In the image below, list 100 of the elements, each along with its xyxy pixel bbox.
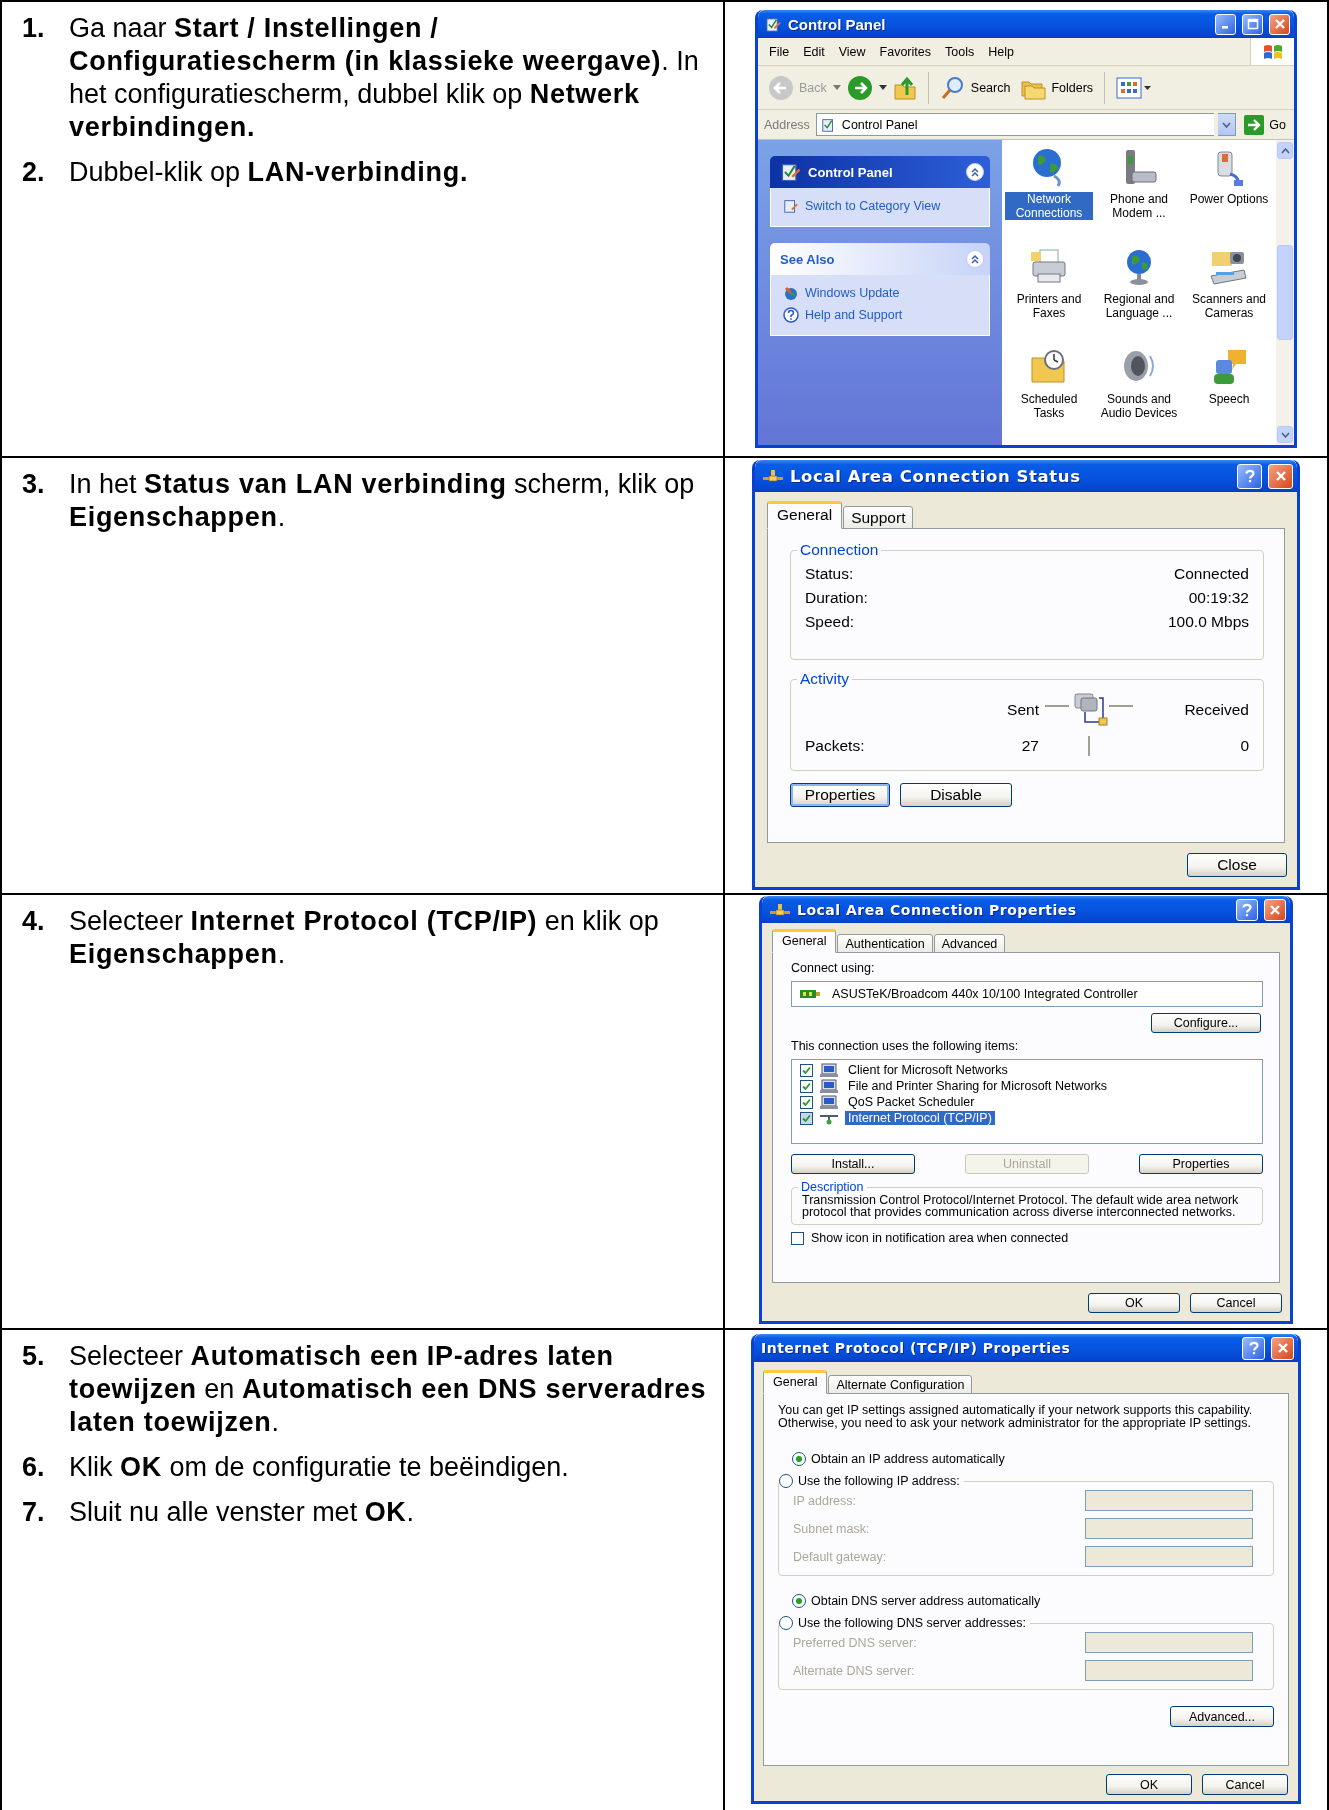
list-item[interactable]: File and Printer Sharing for Microsoft Networks bbox=[845, 1079, 1111, 1093]
arrow-up-icon[interactable] bbox=[1280, 147, 1290, 154]
menu-item[interactable]: Edit bbox=[796, 44, 832, 59]
ok-button[interactable]: OK bbox=[1088, 1293, 1180, 1313]
item-label[interactable]: Power Options bbox=[1187, 192, 1271, 206]
step-text: In het Status van LAN verbinding scherm, klik op Eigenschappen. bbox=[69, 468, 696, 534]
tab[interactable]: General bbox=[767, 501, 843, 529]
close-button[interactable] bbox=[1268, 463, 1293, 489]
menu-item[interactable]: File bbox=[762, 44, 797, 59]
group-title: Activity bbox=[799, 670, 851, 688]
radio-button[interactable] bbox=[792, 1452, 806, 1466]
menu-item[interactable]: View bbox=[831, 44, 873, 59]
computer-icon bbox=[819, 1078, 839, 1094]
panel-title: See Also bbox=[780, 251, 836, 267]
help-button[interactable] bbox=[1237, 463, 1262, 489]
chevron-up-icon[interactable] bbox=[970, 254, 980, 264]
cancel-button[interactable]: Cancel bbox=[1190, 1293, 1282, 1313]
chevron-up-icon[interactable] bbox=[970, 167, 980, 177]
ok-button[interactable]: OK bbox=[1106, 1774, 1192, 1795]
field-label: IP address: bbox=[793, 1493, 857, 1508]
step-number: 4. bbox=[22, 905, 46, 938]
help-button[interactable] bbox=[1236, 898, 1258, 921]
radio-button[interactable] bbox=[779, 1474, 793, 1488]
radio-label[interactable]: Obtain DNS server address automatically bbox=[811, 1594, 1041, 1608]
control-panel-icon bbox=[765, 15, 782, 33]
item-label[interactable]: Regional and Language ... bbox=[1095, 292, 1183, 320]
search-button[interactable]: Search bbox=[935, 72, 1015, 103]
dialog-button[interactable]: Properties bbox=[1139, 1154, 1263, 1174]
item-label[interactable]: Network Connections bbox=[1005, 192, 1093, 220]
close-icon[interactable] bbox=[1274, 470, 1287, 482]
close-icon[interactable] bbox=[1276, 1342, 1289, 1354]
help-icon[interactable] bbox=[1247, 1341, 1260, 1355]
task-link[interactable]: Windows Update bbox=[783, 285, 979, 301]
field-label: Speed: bbox=[805, 613, 856, 631]
step-number: 6. bbox=[22, 1451, 46, 1484]
radio-button[interactable] bbox=[792, 1594, 806, 1608]
list-item[interactable]: Client for Microsoft Networks bbox=[845, 1063, 1011, 1077]
help-button[interactable] bbox=[1242, 1336, 1265, 1360]
checkbox[interactable] bbox=[791, 1231, 804, 1245]
task-link[interactable]: Switch to Category View bbox=[783, 198, 979, 214]
radio-label[interactable]: Obtain an IP address automatically bbox=[811, 1452, 1005, 1466]
menu-item[interactable]: Favorites bbox=[872, 44, 938, 59]
collapse-button[interactable] bbox=[966, 250, 984, 268]
item-label[interactable]: Phone and Modem ... bbox=[1095, 192, 1183, 220]
arrow-down-icon[interactable] bbox=[1280, 431, 1290, 438]
help-icon[interactable] bbox=[1241, 902, 1253, 917]
globe-icon[interactable] bbox=[783, 285, 799, 301]
menu-item[interactable]: Help bbox=[981, 44, 1021, 59]
received-count: 0 bbox=[1239, 737, 1249, 755]
maximize-icon[interactable] bbox=[1246, 18, 1259, 30]
step-number: 2. bbox=[22, 156, 46, 189]
tab[interactable]: Alternate Configuration bbox=[828, 1375, 973, 1394]
step-number: 5. bbox=[22, 1340, 46, 1373]
dialog-button[interactable]: Install... bbox=[791, 1154, 915, 1174]
sent-label: Sent bbox=[1006, 701, 1039, 719]
close-dialog-button[interactable]: Close bbox=[1187, 853, 1287, 877]
control-panel-icon[interactable] bbox=[783, 198, 799, 214]
window-title: Internet Protocol (TCP/IP) Properties bbox=[761, 1340, 1072, 1356]
task-link[interactable]: Help and Support bbox=[783, 307, 979, 323]
collapse-button[interactable] bbox=[966, 163, 984, 181]
tab[interactable]: General bbox=[763, 1370, 828, 1394]
menu-item[interactable]: Tools bbox=[938, 44, 982, 59]
search-icon[interactable] bbox=[939, 74, 966, 101]
checkbox-label[interactable]: Show icon in notification area when connected bbox=[811, 1231, 1069, 1245]
dropdown-button[interactable] bbox=[1218, 113, 1237, 136]
item-label[interactable]: Sounds and Audio Devices bbox=[1095, 392, 1183, 420]
tab[interactable]: Advanced bbox=[933, 934, 1006, 953]
chevron-down-icon[interactable] bbox=[1222, 121, 1232, 128]
field-label: Duration: bbox=[805, 589, 869, 607]
dialog-button[interactable]: Disable bbox=[900, 783, 1012, 807]
cancel-button[interactable]: Cancel bbox=[1202, 1774, 1288, 1795]
tab[interactable]: Support bbox=[843, 506, 914, 529]
folders-button[interactable]: Folders bbox=[1016, 73, 1098, 102]
close-button[interactable] bbox=[1271, 1336, 1294, 1360]
radio-label[interactable]: Use the following DNS server addresses: bbox=[798, 1616, 1026, 1630]
list-item[interactable]: Internet Protocol (TCP/IP) bbox=[845, 1111, 995, 1125]
close-button[interactable] bbox=[1269, 13, 1290, 35]
item-label[interactable]: Speech bbox=[1206, 392, 1252, 406]
tab[interactable]: General bbox=[772, 929, 837, 953]
maximize-button[interactable] bbox=[1242, 13, 1263, 35]
radio-label[interactable]: Use the following IP address: bbox=[798, 1474, 960, 1488]
list-item[interactable]: QoS Packet Scheduler bbox=[845, 1095, 978, 1109]
scroll-bar[interactable] bbox=[1276, 140, 1294, 445]
go-button[interactable]: Go bbox=[1240, 112, 1290, 137]
step-number: 1. bbox=[22, 12, 46, 45]
address-field[interactable]: Control Panel bbox=[815, 113, 1215, 136]
minimize-button[interactable] bbox=[1215, 13, 1236, 35]
help-icon[interactable] bbox=[783, 307, 799, 323]
close-icon[interactable] bbox=[1273, 18, 1286, 30]
item-label[interactable]: Scheduled Tasks bbox=[1005, 392, 1093, 420]
tab[interactable]: Authentication bbox=[837, 934, 933, 953]
item-label[interactable]: Scanners and Cameras bbox=[1185, 292, 1273, 320]
close-icon[interactable] bbox=[1269, 903, 1281, 916]
dialog-button[interactable]: Properties bbox=[790, 783, 890, 807]
radio-button[interactable] bbox=[779, 1616, 793, 1630]
advanced-button[interactable]: Advanced... bbox=[1170, 1706, 1274, 1727]
item-label[interactable]: Printers and Faxes bbox=[1005, 292, 1093, 320]
help-icon[interactable] bbox=[1243, 469, 1256, 483]
configure-button[interactable]: Configure... bbox=[1151, 1013, 1261, 1033]
close-button[interactable] bbox=[1264, 898, 1286, 921]
